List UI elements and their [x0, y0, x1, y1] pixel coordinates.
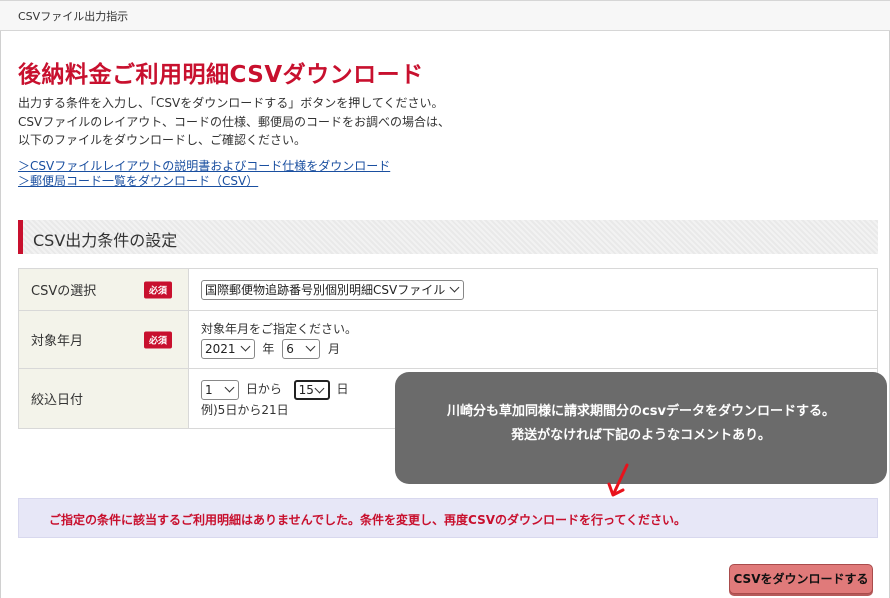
table-row: 対象年月 必須 対象年月をご指定ください。 2021 年 6 月: [18, 310, 878, 369]
chevron-down-icon: [240, 341, 250, 352]
notice-text: ご指定の条件に該当するご利用明細はありませんでした。条件を変更し、再度CSVのダ…: [49, 513, 687, 527]
chevron-down-icon: [314, 383, 325, 393]
section-title: CSV出力条件の設定: [33, 231, 178, 250]
postcode-list-download-link[interactable]: ＞郵便局コード一覧をダウンロード（CSV）: [18, 174, 390, 189]
year-select-value: 2021: [205, 342, 236, 356]
month-label: 対象年月: [31, 334, 84, 349]
required-badge: 必須: [143, 331, 172, 348]
day-from-select[interactable]: 1: [201, 379, 239, 400]
table-row: CSVの選択 必須 国際郵便物追跡番号別個別明細CSVファイル: [18, 268, 878, 311]
chevron-down-icon: [449, 282, 460, 292]
day-to-text: 日: [336, 382, 349, 396]
csv-download-button[interactable]: CSVをダウンロードする: [729, 564, 873, 594]
intro-text: 出力する条件を入力し、「CSVをダウンロードする」ボタンを押してください。 CS…: [18, 94, 450, 150]
month-unit: 月: [328, 341, 341, 356]
csv-file-select[interactable]: 国際郵便物追跡番号別個別明細CSVファイル: [201, 279, 465, 300]
day-label: 絞込日付: [31, 393, 84, 408]
layout-spec-download-link[interactable]: ＞CSVファイルレイアウトの説明書およびコード仕様をダウンロード: [18, 159, 390, 174]
csv-select-label: CSVの選択: [31, 284, 97, 299]
year-select[interactable]: 2021: [201, 339, 255, 359]
year-unit: 年: [262, 341, 275, 356]
no-results-notice: ご指定の条件に該当するご利用明細はありませんでした。条件を変更し、再度CSVのダ…: [18, 498, 878, 538]
red-arrow-icon: [607, 463, 629, 497]
month-label-cell: 対象年月 必須: [18, 310, 189, 369]
intro-line: 出力する条件を入力し、「CSVをダウンロードする」ボタンを押してください。: [18, 96, 444, 110]
csv-file-select-value: 国際郵便物追跡番号別個別明細CSVファイル: [205, 282, 446, 297]
day-from-text: 日から: [245, 382, 282, 396]
day-to-select[interactable]: 15: [293, 379, 330, 400]
month-select-value: 6: [286, 342, 294, 356]
month-value-cell: 対象年月をご指定ください。 2021 年 6 月: [188, 310, 878, 369]
csv-select-label-cell: CSVの選択 必須: [18, 268, 189, 311]
required-badge: 必須: [143, 281, 172, 298]
day-label-cell: 絞込日付: [18, 368, 189, 429]
month-select[interactable]: 6: [282, 339, 321, 359]
callout-line: 発送がなければ下記のようなコメントあり。: [511, 428, 771, 443]
page-title: 後納料金ご利用明細CSVダウンロード: [18, 62, 424, 88]
intro-line: 以下のファイルをダウンロードし、ご確認ください。: [18, 133, 307, 147]
annotation-callout: 川崎分も草加同様に請求期間分のcsvデータをダウンロードする。 発送がなければ下…: [395, 372, 887, 484]
section-heading: CSV出力条件の設定: [18, 220, 878, 254]
day-from-value: 1: [205, 382, 213, 397]
intro-line: CSVファイルのレイアウト、コードの仕様、郵便局のコードをお調べの場合は、: [18, 114, 450, 129]
header-title: CSVファイル出力指示: [18, 10, 129, 23]
chevron-down-icon: [305, 341, 316, 352]
download-links: ＞CSVファイルレイアウトの説明書およびコード仕様をダウンロード ＞郵便局コード…: [18, 159, 390, 189]
month-hint: 対象年月をご指定ください。: [201, 322, 358, 336]
day-to-value: 15: [298, 382, 314, 397]
csv-select-value-cell: 国際郵便物追跡番号別個別明細CSVファイル: [188, 268, 878, 311]
header-bar: CSVファイル出力指示: [0, 0, 890, 31]
chevron-down-icon: [224, 382, 235, 392]
callout-line: 川崎分も草加同様に請求期間分のcsvデータをダウンロードする。: [447, 404, 835, 419]
